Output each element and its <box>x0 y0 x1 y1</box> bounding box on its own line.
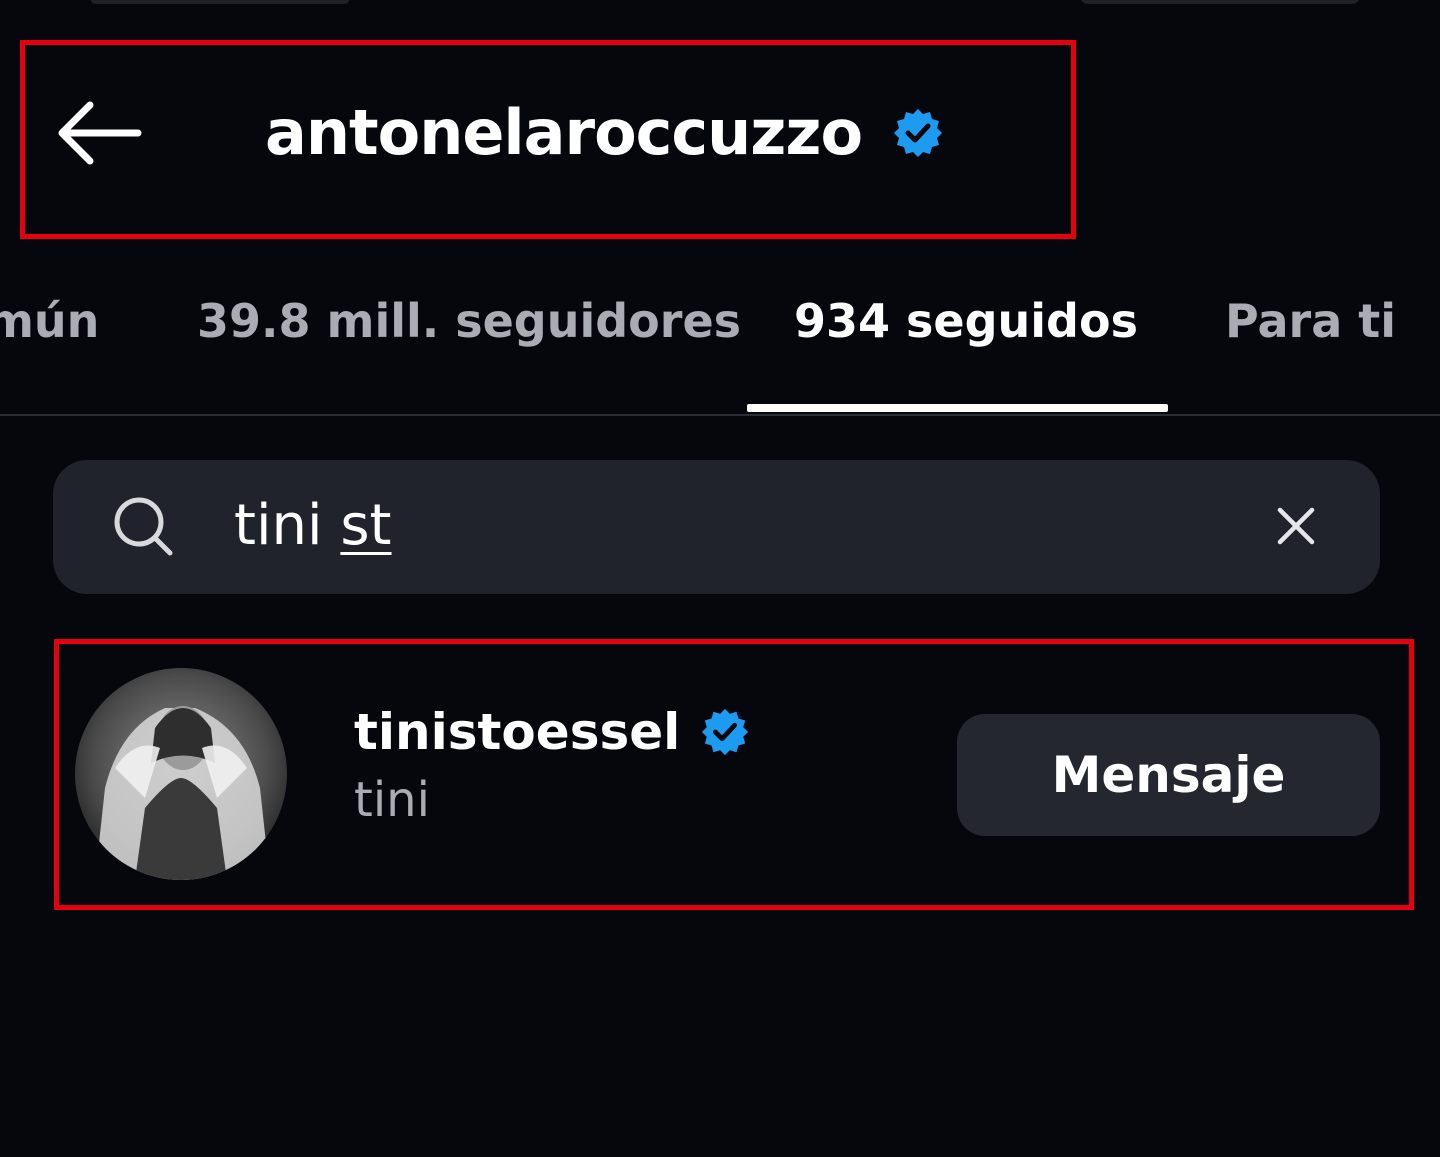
search-query-text: tini <box>234 493 341 558</box>
search-query-composing: st <box>340 493 392 558</box>
tab-in-common[interactable]: mún <box>0 294 99 348</box>
clear-search-button[interactable] <box>1266 496 1326 556</box>
status-bar-fragment <box>90 0 350 4</box>
tab-following[interactable]: 934 seguidos <box>794 294 1138 348</box>
highlight-annotation <box>20 40 1076 239</box>
search-query[interactable]: tini st <box>234 492 392 559</box>
tab-followers[interactable]: 39.8 mill. seguidores <box>197 294 741 348</box>
status-bar-fragment <box>1080 0 1360 4</box>
tab-bar: mún 39.8 mill. seguidores 934 seguidos P… <box>0 270 1440 416</box>
tab-for-you[interactable]: Para ti <box>1225 294 1396 348</box>
highlight-annotation <box>54 639 1414 910</box>
search-icon <box>114 497 173 556</box>
active-tab-indicator <box>747 404 1168 412</box>
close-icon <box>1277 507 1315 545</box>
